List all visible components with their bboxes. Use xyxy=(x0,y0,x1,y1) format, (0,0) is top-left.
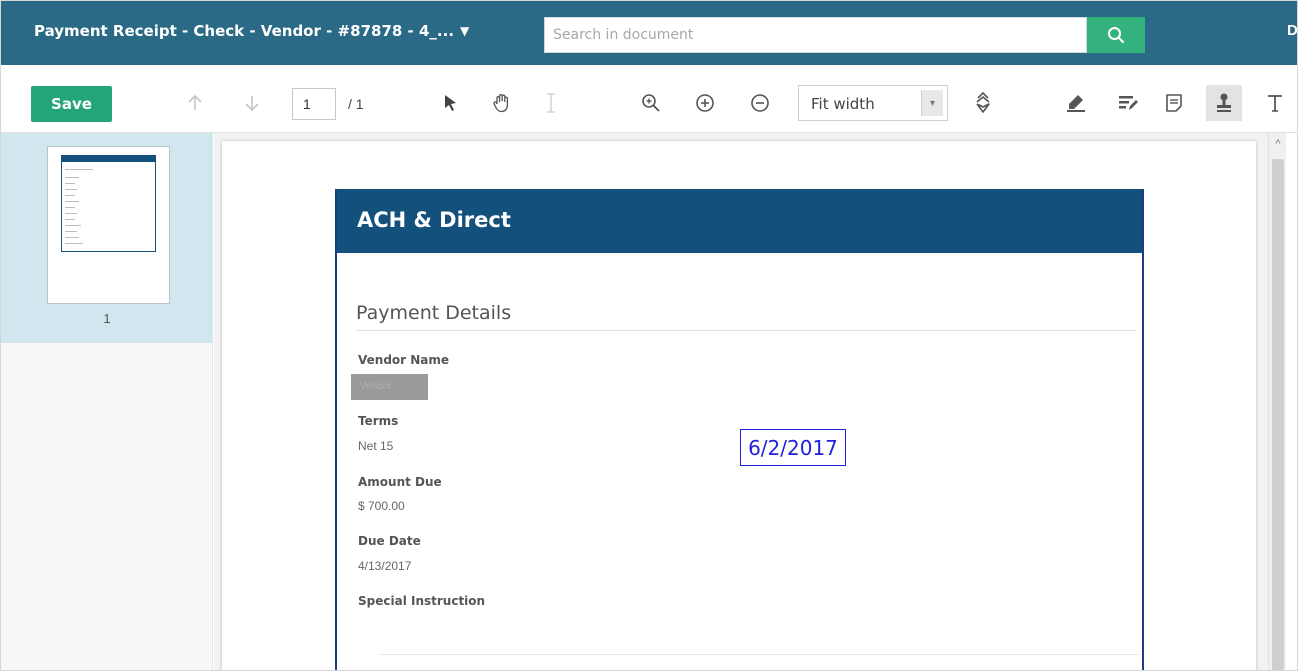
section-title: Payment Details xyxy=(356,302,512,324)
document-title: Payment Receipt - Check - Vendor - #8787… xyxy=(34,22,455,40)
text-tool-button[interactable] xyxy=(1261,89,1289,117)
stamp-icon xyxy=(1217,93,1231,112)
thumbnail-line xyxy=(65,177,79,178)
search-box xyxy=(544,17,1087,53)
zoom-level-value: Fit width xyxy=(811,95,875,113)
thumbnail-line xyxy=(65,207,75,208)
document-viewer[interactable]: ACH & Direct Payment Details Vendor Name… xyxy=(214,133,1268,670)
toolbar: Save / 1 Fit width ▾ xyxy=(1,65,1297,133)
search-button[interactable] xyxy=(1087,17,1145,53)
previous-page-button[interactable] xyxy=(181,89,209,117)
list-edit-icon xyxy=(1119,96,1138,110)
page-thumbnail xyxy=(47,146,170,304)
search-input[interactable] xyxy=(545,18,1086,52)
document-page: ACH & Direct Payment Details Vendor Name… xyxy=(222,141,1256,670)
sticky-note-icon xyxy=(1166,94,1182,112)
text-select-tool-button[interactable] xyxy=(537,89,565,117)
plus-circle-icon xyxy=(696,94,714,112)
due-date-label: Due Date xyxy=(358,534,421,548)
vertical-scrollbar[interactable]: ^ xyxy=(1268,133,1287,670)
scrollbar-thumb[interactable] xyxy=(1272,159,1284,670)
caret-down-icon: ▼ xyxy=(460,24,470,38)
search-icon xyxy=(1108,27,1125,44)
thumbnail-line xyxy=(65,213,77,214)
page-number-input[interactable] xyxy=(292,88,336,120)
text-t-icon xyxy=(1268,95,1282,112)
form-fields-tool-button[interactable] xyxy=(1114,89,1142,117)
highlighter-icon xyxy=(1067,95,1085,112)
right-edge-strip xyxy=(1286,133,1297,670)
amount-due-label: Amount Due xyxy=(358,475,442,489)
amount-due-value: $ 700.00 xyxy=(358,499,405,513)
scroll-up-arrow-icon[interactable]: ^ xyxy=(1269,133,1287,155)
zoom-out-button[interactable] xyxy=(746,89,774,117)
select-tool-button[interactable] xyxy=(437,89,465,117)
terms-value: Net 15 xyxy=(358,439,394,453)
thumbnail-line xyxy=(65,195,75,196)
header-cut-off-label: D xyxy=(1287,22,1298,39)
thumbnail-line xyxy=(65,225,81,226)
thumbnail-line xyxy=(65,243,83,244)
vendor-name-label: Vendor Name xyxy=(358,353,450,367)
thumbnail-item-page-1[interactable]: 1 xyxy=(1,133,213,343)
thumbnail-page-number: 1 xyxy=(103,311,111,326)
thumbnail-frame xyxy=(61,162,156,252)
zoom-level-select[interactable]: Fit width ▾ xyxy=(798,85,948,121)
hand-icon xyxy=(493,94,509,113)
special-instruction-label: Special Instruction xyxy=(358,594,486,608)
card-header-title: ACH & Direct xyxy=(357,208,511,232)
vendor-name-value: Vendor xyxy=(360,381,392,392)
minus-circle-icon xyxy=(751,94,769,112)
thumbnail-header-bar xyxy=(61,155,156,162)
arrow-up-icon xyxy=(188,94,202,110)
note-tool-button[interactable] xyxy=(1160,89,1188,117)
page-total-label: / 1 xyxy=(348,96,364,112)
date-stamp-annotation[interactable]: 6/2/2017 xyxy=(740,429,846,466)
thumbnail-line xyxy=(65,183,75,184)
thumbnail-line xyxy=(65,189,77,190)
header-bar: Payment Receipt - Check - Vendor - #8787… xyxy=(1,1,1298,65)
zoom-in-button[interactable] xyxy=(691,89,719,117)
stamp-tool-button[interactable] xyxy=(1206,85,1242,121)
thumbnail-line xyxy=(65,237,79,238)
payment-card: ACH & Direct Payment Details Vendor Name… xyxy=(335,189,1144,670)
redacted-vendor-value: Vendor xyxy=(351,374,428,400)
thumbnail-line xyxy=(65,169,93,170)
section-divider xyxy=(356,330,1136,331)
thumbnail-panel: 1 xyxy=(1,133,213,670)
chevron-down-icon: ▾ xyxy=(921,90,943,116)
fit-toggle-button[interactable] xyxy=(969,89,997,117)
pointer-icon xyxy=(445,95,456,111)
expand-arrows-icon xyxy=(976,92,990,113)
magnifier-zoom-icon xyxy=(642,94,660,112)
card-header: ACH & Direct xyxy=(337,189,1142,253)
due-date-value: 4/13/2017 xyxy=(358,559,412,573)
thumbnail-line xyxy=(65,231,77,232)
text-cursor-icon xyxy=(547,93,555,113)
arrow-down-icon xyxy=(245,96,259,112)
pdf-viewer-app: Payment Receipt - Check - Vendor - #8787… xyxy=(0,0,1298,671)
thumbnail-line xyxy=(65,201,79,202)
document-title-dropdown[interactable]: Payment Receipt - Check - Vendor - #8787… xyxy=(34,22,469,40)
save-button[interactable]: Save xyxy=(31,86,112,122)
next-page-button[interactable] xyxy=(238,89,266,117)
zoom-search-button[interactable] xyxy=(637,89,665,117)
bottom-divider xyxy=(379,654,1139,655)
terms-label: Terms xyxy=(358,414,399,428)
highlight-tool-button[interactable] xyxy=(1062,89,1090,117)
thumbnail-line xyxy=(65,219,75,220)
pan-tool-button[interactable] xyxy=(488,89,516,117)
